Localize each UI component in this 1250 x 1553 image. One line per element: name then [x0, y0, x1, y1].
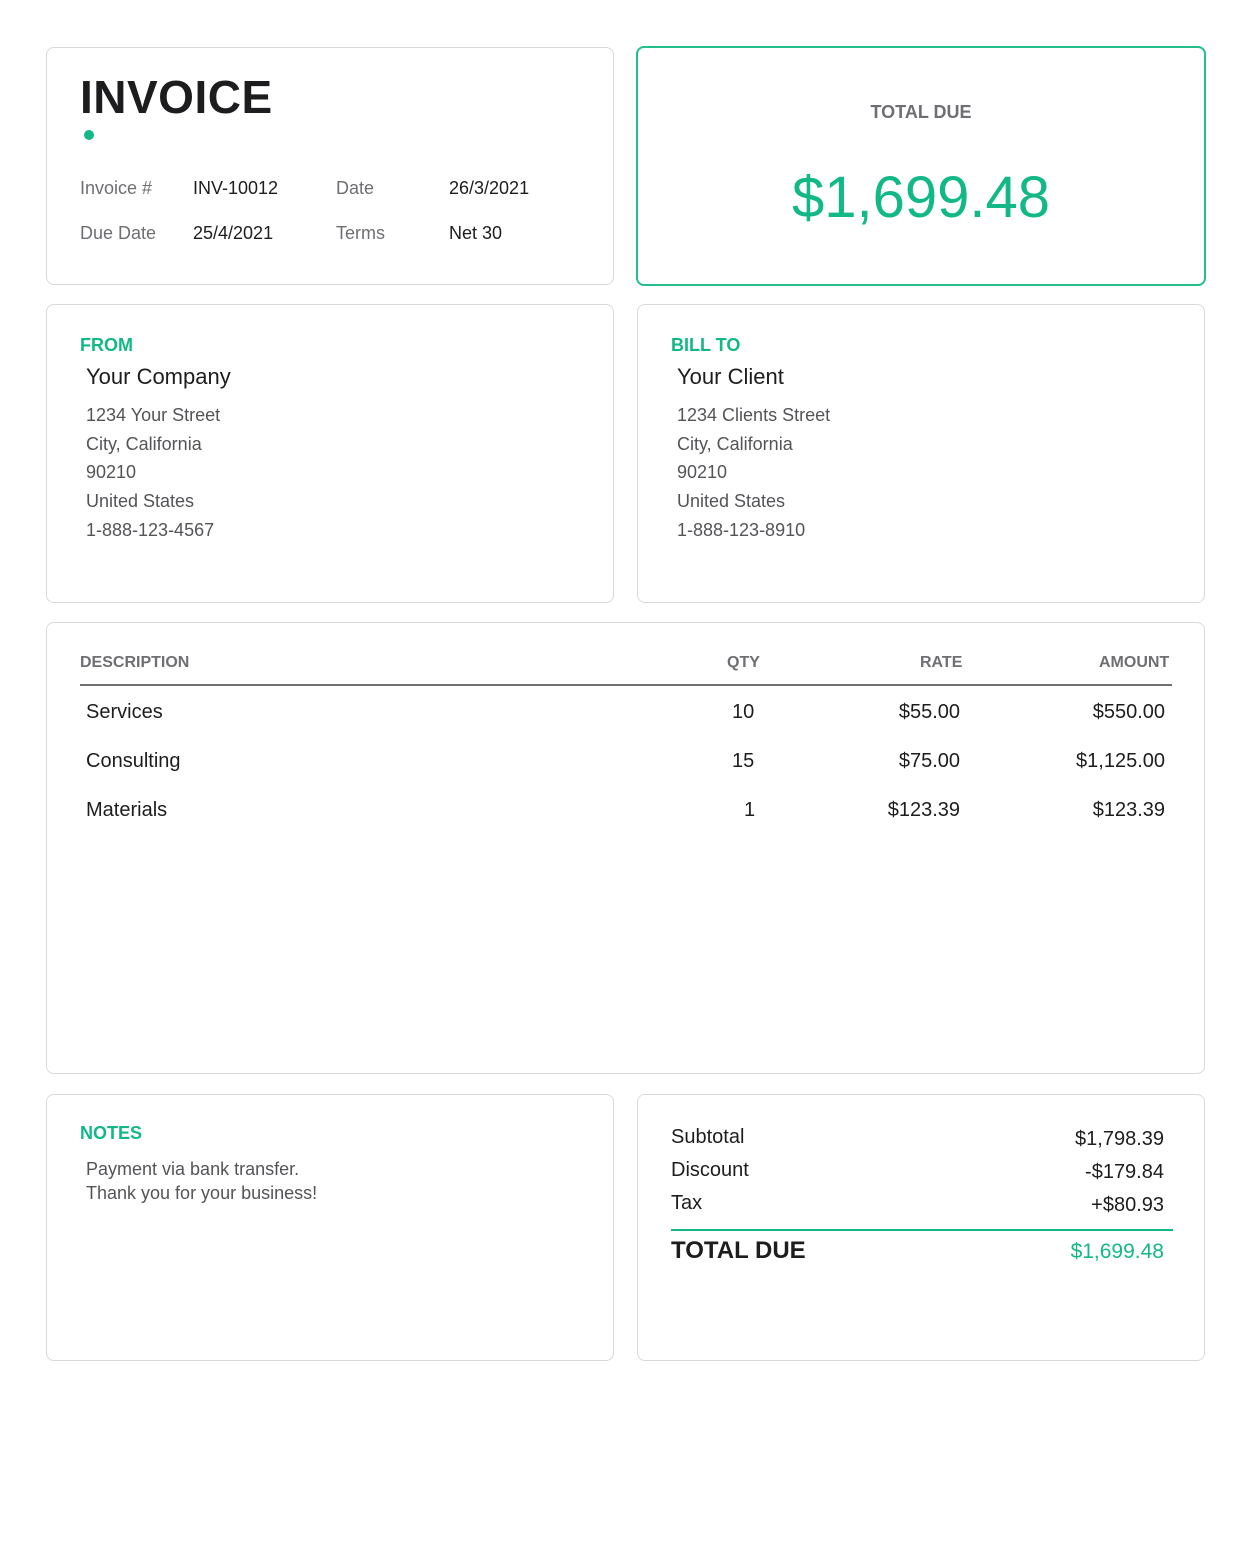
- summary-card: Subtotal $1,798.39 Discount -$179.84 Tax…: [637, 1094, 1205, 1361]
- row-qty: 15: [732, 750, 755, 772]
- column-header-rate: RATE: [920, 654, 963, 671]
- from-street: 1234 Your Street: [86, 405, 221, 425]
- terms-label: Terms: [336, 223, 385, 243]
- bill-to-label: BILL TO: [671, 335, 741, 355]
- invoice-header-card: INVOICE Invoice # INV-10012 Date 26/3/20…: [46, 47, 614, 285]
- row-amount: $550.00: [1092, 701, 1165, 723]
- row-amount: $123.39: [1092, 799, 1165, 821]
- invoice-date-value: 26/3/2021: [449, 178, 530, 198]
- invoice-date-label: Date: [336, 178, 375, 198]
- bill-to-street: 1234 Clients Street: [677, 405, 831, 425]
- tax-value: +$80.93: [1091, 1194, 1164, 1216]
- row-rate: $55.00: [898, 701, 960, 723]
- column-header-qty: QTY: [727, 654, 760, 671]
- row-qty: 1: [744, 799, 756, 821]
- row-description: Consulting: [86, 750, 181, 772]
- row-qty: 10: [732, 701, 755, 723]
- due-date-value: 25/4/2021: [193, 223, 274, 243]
- bill-to-country: United States: [677, 491, 786, 512]
- terms-value: Net 30: [449, 223, 503, 243]
- due-date-label: Due Date: [80, 223, 157, 243]
- grand-total-value: $1,699.48: [1070, 1240, 1164, 1263]
- row-rate: $75.00: [898, 750, 960, 772]
- subtotal-value: $1,798.39: [1075, 1128, 1164, 1150]
- line-items-table: DESCRIPTION QTY RATE AMOUNT Services 10 …: [46, 622, 1205, 1074]
- grand-total-label: TOTAL DUE: [671, 1237, 806, 1264]
- total-due-label: TOTAL DUE: [870, 102, 972, 122]
- bill-to-phone: 1-888-123-8910: [677, 519, 806, 540]
- total-due-card: TOTAL DUE $1,699.48: [636, 46, 1206, 286]
- notes-line: Payment via bank transfer.: [86, 1159, 300, 1179]
- invoice-number-value: INV-10012: [193, 178, 279, 198]
- from-address: 1234 Your Street City, California 90210 …: [86, 401, 220, 545]
- row-amount: $1,125.00: [1076, 750, 1165, 772]
- from-zip: 90210: [86, 462, 137, 483]
- bill-to-address: 1234 Clients Street City, California 902…: [677, 401, 830, 545]
- from-city: City, California: [86, 433, 202, 454]
- notes-card: NOTES Payment via bank transfer. Thank y…: [46, 1094, 614, 1361]
- notes-body: Payment via bank transfer. Thank you for…: [86, 1157, 317, 1205]
- row-rate: $123.39: [887, 799, 960, 821]
- total-due-amount: $1,699.48: [791, 165, 1051, 230]
- notes-line: Thank you for your business!: [86, 1183, 318, 1203]
- invoice-title: INVOICE: [80, 71, 273, 123]
- from-country: United States: [86, 491, 195, 512]
- from-label: FROM: [80, 335, 133, 355]
- row-description: Services: [86, 701, 163, 723]
- column-header-description: DESCRIPTION: [80, 654, 190, 671]
- table-header-divider: [80, 684, 1172, 686]
- notes-label: NOTES: [80, 1123, 143, 1143]
- tax-label: Tax: [671, 1192, 703, 1214]
- column-header-amount: AMOUNT: [1099, 654, 1170, 671]
- discount-label: Discount: [671, 1159, 749, 1181]
- from-company-name: Your Company: [86, 364, 231, 389]
- bill-to-client-name: Your Client: [677, 364, 784, 389]
- subtotal-label: Subtotal: [671, 1126, 745, 1148]
- from-card: FROM Your Company 1234 Your Street City,…: [46, 304, 614, 603]
- summary-divider: [671, 1229, 1173, 1231]
- bill-to-card: BILL TO Your Client 1234 Clients Street …: [637, 304, 1205, 603]
- row-description: Materials: [86, 799, 168, 821]
- invoice-number-label: Invoice #: [80, 178, 153, 198]
- bill-to-city: City, California: [677, 433, 793, 454]
- accent-dot-icon: [84, 130, 94, 140]
- bill-to-zip: 90210: [677, 462, 728, 483]
- from-phone: 1-888-123-4567: [86, 519, 215, 540]
- discount-value: -$179.84: [1085, 1161, 1164, 1183]
